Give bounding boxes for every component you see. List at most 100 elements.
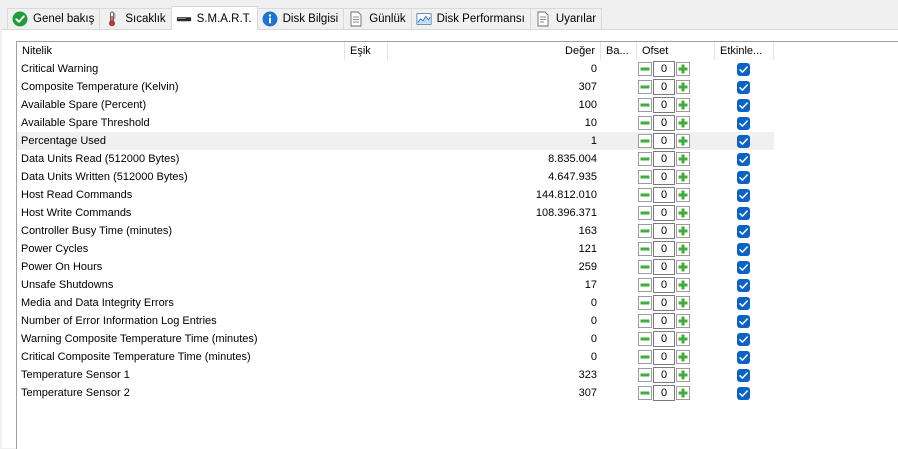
decrement-button[interactable] <box>638 206 652 220</box>
offset-input[interactable]: 0 <box>653 349 675 365</box>
enabled-checkbox[interactable] <box>737 153 750 166</box>
increment-button[interactable] <box>676 98 690 112</box>
table-row[interactable]: Host Read Commands 144.812.010 0 <box>17 186 774 204</box>
enabled-checkbox[interactable] <box>737 369 750 382</box>
tab-s-m-a-r-t[interactable]: S.M.A.R.T. <box>170 6 258 30</box>
decrement-button[interactable] <box>638 224 652 238</box>
increment-button[interactable] <box>676 62 690 76</box>
increment-button[interactable] <box>676 116 690 130</box>
table-row[interactable]: Critical Composite Temperature Time (min… <box>17 348 774 366</box>
increment-button[interactable] <box>676 278 690 292</box>
decrement-button[interactable] <box>638 350 652 364</box>
decrement-button[interactable] <box>638 242 652 256</box>
column-header-offset[interactable]: Ofset <box>637 42 715 60</box>
tab-disk-bilgisi[interactable]: Disk Bilgisi <box>256 8 345 29</box>
increment-button[interactable] <box>676 314 690 328</box>
offset-input[interactable]: 0 <box>653 331 675 347</box>
enabled-checkbox[interactable] <box>737 315 750 328</box>
table-row[interactable]: Critical Warning 0 0 <box>17 60 774 78</box>
column-header-base[interactable]: Ba... <box>601 42 637 60</box>
decrement-button[interactable] <box>638 116 652 130</box>
decrement-button[interactable] <box>638 296 652 310</box>
table-row[interactable]: Number of Error Information Log Entries 0… <box>17 312 774 330</box>
offset-input[interactable]: 0 <box>653 79 675 95</box>
increment-button[interactable] <box>676 260 690 274</box>
increment-button[interactable] <box>676 224 690 238</box>
increment-button[interactable] <box>676 206 690 220</box>
column-header-enabled[interactable]: Etkinle... <box>715 42 774 60</box>
decrement-button[interactable] <box>638 188 652 202</box>
column-header-attribute[interactable]: Nitelik <box>17 42 345 60</box>
offset-input[interactable]: 0 <box>653 259 675 275</box>
offset-input[interactable]: 0 <box>653 97 675 113</box>
decrement-button[interactable] <box>638 80 652 94</box>
increment-button[interactable] <box>676 296 690 310</box>
decrement-button[interactable] <box>638 314 652 328</box>
enabled-checkbox[interactable] <box>737 117 750 130</box>
table-row[interactable]: Available Spare (Percent) 100 0 <box>17 96 774 114</box>
enabled-checkbox[interactable] <box>737 333 750 346</box>
increment-button[interactable] <box>676 332 690 346</box>
tab-s-cakl-k[interactable]: Sıcaklık <box>99 8 172 29</box>
table-row[interactable]: Warning Composite Temperature Time (minu… <box>17 330 774 348</box>
decrement-button[interactable] <box>638 152 652 166</box>
offset-input[interactable]: 0 <box>653 169 675 185</box>
table-row[interactable]: Power Cycles 121 0 <box>17 240 774 258</box>
offset-input[interactable]: 0 <box>653 367 675 383</box>
increment-button[interactable] <box>676 350 690 364</box>
table-row[interactable]: Power On Hours 259 0 <box>17 258 774 276</box>
increment-button[interactable] <box>676 152 690 166</box>
table-row[interactable]: Temperature Sensor 1 323 0 <box>17 366 774 384</box>
table-row[interactable]: Data Units Written (512000 Bytes) 4.647.9… <box>17 168 774 186</box>
offset-input[interactable]: 0 <box>653 295 675 311</box>
enabled-checkbox[interactable] <box>737 189 750 202</box>
increment-button[interactable] <box>676 368 690 382</box>
tab-genel-bak[interactable]: Genel bakış <box>7 8 101 29</box>
enabled-checkbox[interactable] <box>737 261 750 274</box>
enabled-checkbox[interactable] <box>737 135 750 148</box>
enabled-checkbox[interactable] <box>737 243 750 256</box>
decrement-button[interactable] <box>638 260 652 274</box>
enabled-checkbox[interactable] <box>737 81 750 94</box>
offset-input[interactable]: 0 <box>653 61 675 77</box>
increment-button[interactable] <box>676 170 690 184</box>
offset-input[interactable]: 0 <box>653 277 675 293</box>
enabled-checkbox[interactable] <box>737 225 750 238</box>
enabled-checkbox[interactable] <box>737 351 750 364</box>
decrement-button[interactable] <box>638 278 652 292</box>
table-row[interactable]: Data Units Read (512000 Bytes) 8.835.004 0 <box>17 150 774 168</box>
increment-button[interactable] <box>676 386 690 400</box>
decrement-button[interactable] <box>638 386 652 400</box>
increment-button[interactable] <box>676 134 690 148</box>
table-row[interactable]: Media and Data Integrity Errors 0 0 <box>17 294 774 312</box>
offset-input[interactable]: 0 <box>653 205 675 221</box>
table-row[interactable]: Composite Temperature (Kelvin) 307 0 <box>17 78 774 96</box>
offset-input[interactable]: 0 <box>653 385 675 401</box>
offset-input[interactable]: 0 <box>653 151 675 167</box>
table-row[interactable]: Percentage Used 1 0 <box>17 132 774 150</box>
decrement-button[interactable] <box>638 170 652 184</box>
offset-input[interactable]: 0 <box>653 313 675 329</box>
decrement-button[interactable] <box>638 98 652 112</box>
enabled-checkbox[interactable] <box>737 387 750 400</box>
offset-input[interactable]: 0 <box>653 115 675 131</box>
tab-uyar-lar[interactable]: Uyarılar <box>529 8 603 29</box>
column-header-threshold[interactable]: Eşik <box>345 42 388 60</box>
table-row[interactable]: Host Write Commands 108.396.371 0 <box>17 204 774 222</box>
smart-attribute-list[interactable]: Nitelik Eşik Değer Ba... Ofset Etkinle..… <box>16 41 898 449</box>
decrement-button[interactable] <box>638 332 652 346</box>
increment-button[interactable] <box>676 242 690 256</box>
column-header-value[interactable]: Değer <box>388 42 601 60</box>
offset-input[interactable]: 0 <box>653 133 675 149</box>
enabled-checkbox[interactable] <box>737 99 750 112</box>
decrement-button[interactable] <box>638 134 652 148</box>
table-row[interactable]: Available Spare Threshold 10 0 <box>17 114 774 132</box>
enabled-checkbox[interactable] <box>737 63 750 76</box>
decrement-button[interactable] <box>638 62 652 76</box>
increment-button[interactable] <box>676 80 690 94</box>
offset-input[interactable]: 0 <box>653 187 675 203</box>
tab-g-nl-k[interactable]: Günlük <box>343 8 412 29</box>
decrement-button[interactable] <box>638 368 652 382</box>
increment-button[interactable] <box>676 188 690 202</box>
tab-disk-performans[interactable]: Disk Performansı <box>410 8 531 29</box>
